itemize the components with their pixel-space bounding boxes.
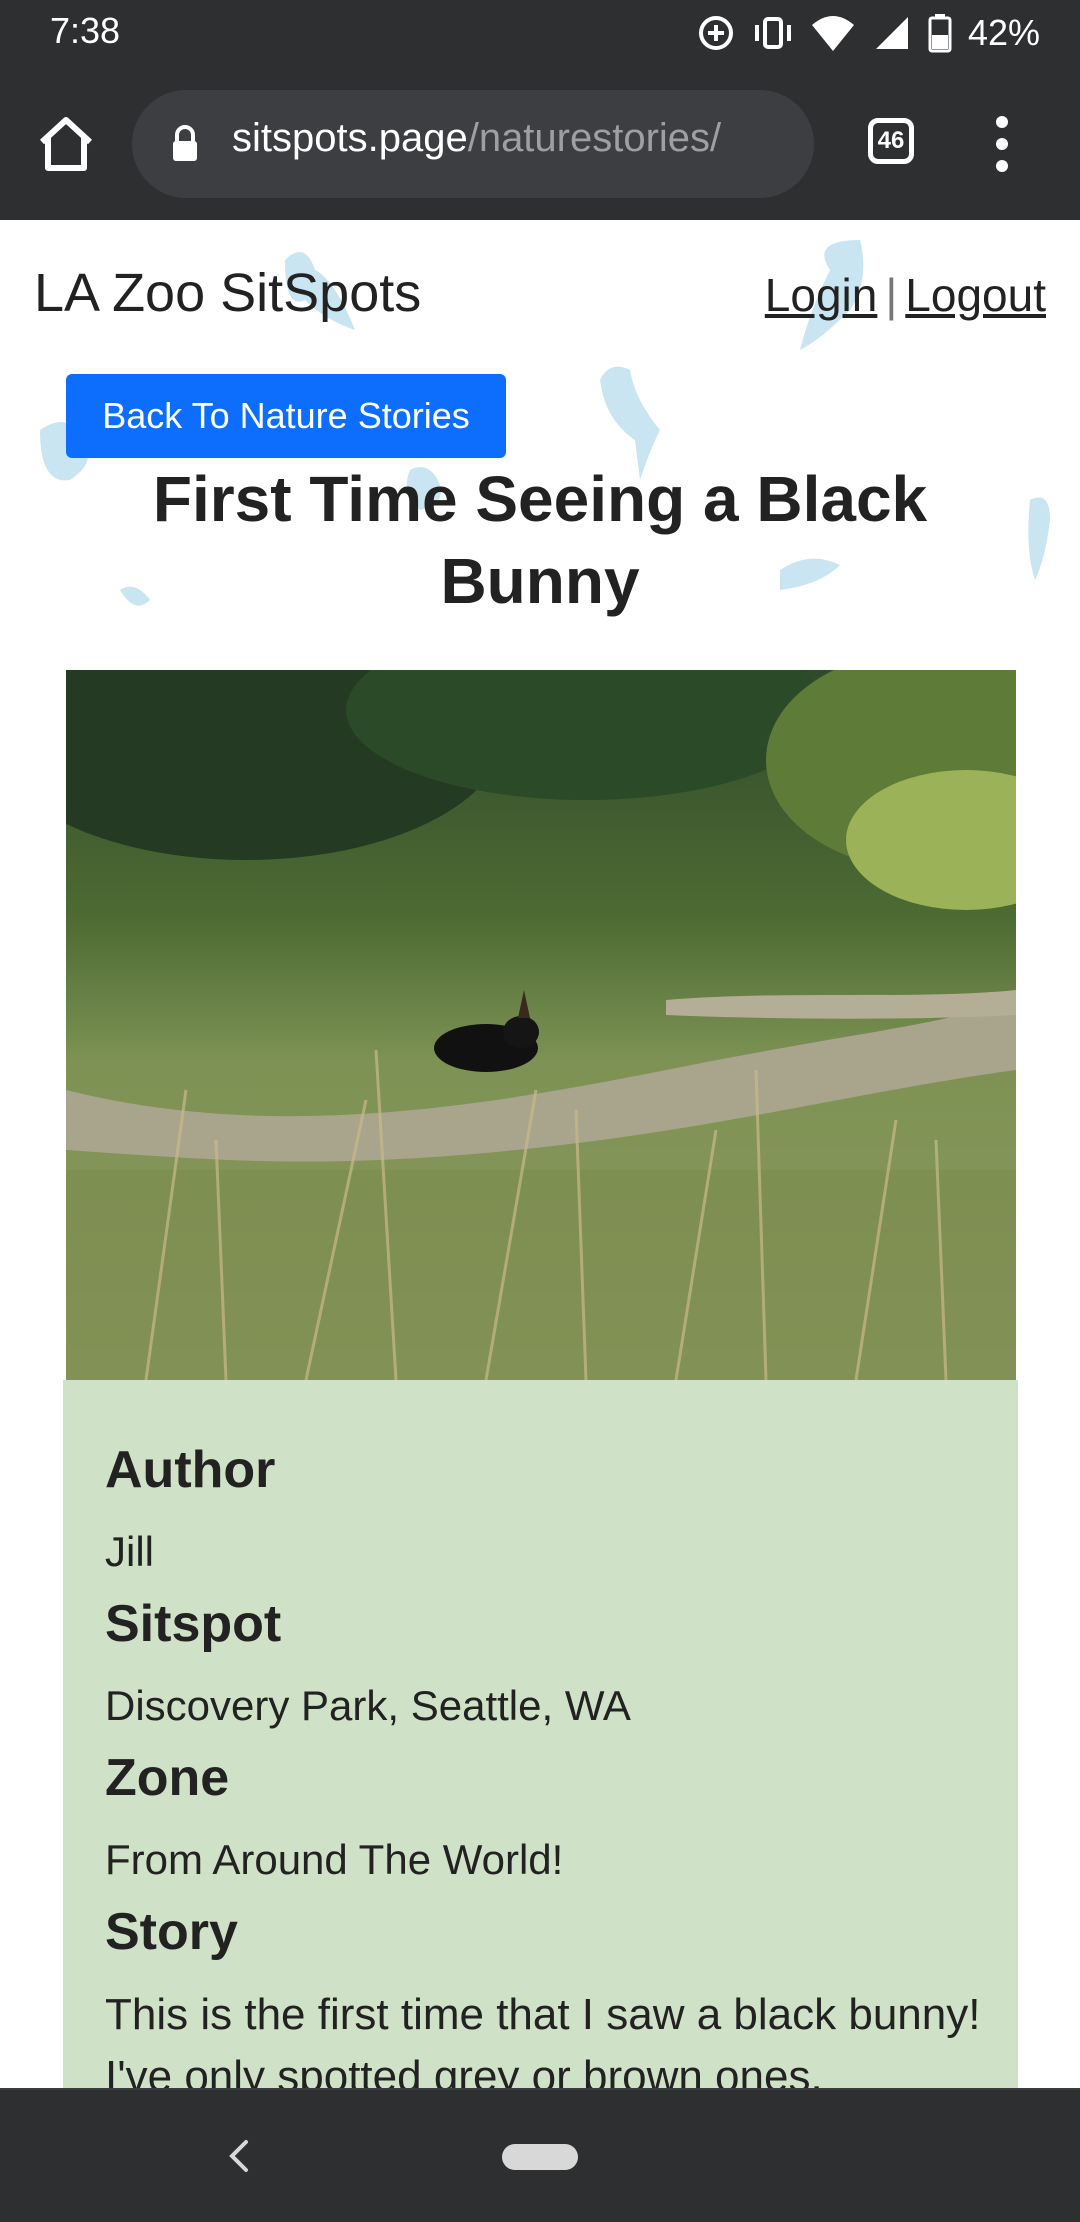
signal-icon xyxy=(875,17,908,49)
browser-toolbar: sitspots.page/naturestories/ 46 xyxy=(0,68,1080,222)
sitspot-label: Sitspot xyxy=(105,1595,282,1653)
nav-back-icon[interactable] xyxy=(226,2136,252,2176)
story-label: Story xyxy=(105,1903,238,1961)
address-bar[interactable]: sitspots.page/naturestories/ xyxy=(132,90,814,198)
status-time: 7:38 xyxy=(50,10,121,51)
vibrate-icon xyxy=(754,17,791,49)
auth-separator: | xyxy=(885,269,898,321)
logout-link[interactable]: Logout xyxy=(905,269,1046,321)
sitspot-value: Discovery Park, Seattle, WA xyxy=(105,1682,631,1729)
story-details-card: Author Jill Sitspot Discovery Park, Seat… xyxy=(63,1380,1018,2088)
author-label: Author xyxy=(105,1441,276,1499)
wifi-icon xyxy=(811,16,854,51)
url-domain: sitspots.page xyxy=(232,116,468,160)
story-title: First Time Seeing a Black Bunny xyxy=(152,463,928,617)
battery-percent: 42% xyxy=(967,12,1040,53)
sync-icon xyxy=(698,16,733,50)
auth-links: Login | Logout xyxy=(765,268,1046,322)
status-icons: 42% xyxy=(696,8,1040,58)
author-value: Jill xyxy=(105,1528,154,1575)
story-text: This is the first time that I saw a blac… xyxy=(105,1990,981,2088)
system-nav-bar xyxy=(0,2088,1080,2222)
battery-icon xyxy=(928,14,952,53)
back-to-stories-button[interactable]: Back To Nature Stories xyxy=(66,374,506,458)
lock-icon xyxy=(173,125,197,161)
home-icon[interactable] xyxy=(34,112,98,176)
page-content: LA Zoo SitSpots Login | Logout Back To Nat… xyxy=(0,220,1080,2088)
url-text: sitspots.page/naturestories/ xyxy=(232,116,721,161)
more-vert-icon[interactable] xyxy=(984,114,1020,174)
status-bar: 7:38 42% xyxy=(0,0,1080,68)
nav-home-pill[interactable] xyxy=(502,2144,578,2170)
url-path: /naturestories/ xyxy=(467,116,722,160)
login-link[interactable]: Login xyxy=(765,269,878,321)
zone-label: Zone xyxy=(105,1749,230,1807)
zone-value: From Around The World! xyxy=(105,1836,564,1883)
story-photo xyxy=(66,670,1016,1380)
site-title[interactable]: LA Zoo SitSpots xyxy=(34,262,421,324)
tab-switcher-button[interactable]: 46 xyxy=(868,118,914,164)
